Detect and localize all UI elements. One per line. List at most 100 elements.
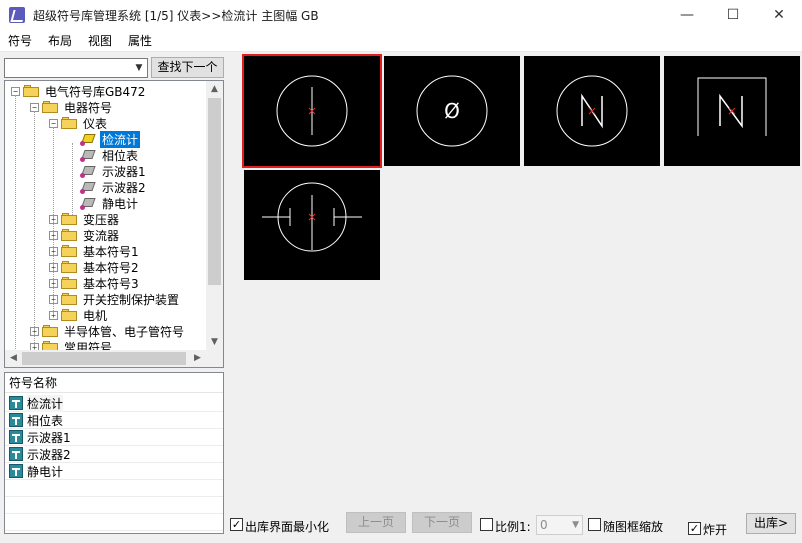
scroll-left-icon[interactable]: ◀ — [5, 350, 22, 367]
symbol-tile-galvanometer[interactable] — [242, 54, 382, 168]
galvanometer-symbol — [276, 75, 348, 147]
scroll-down-icon[interactable]: ▼ — [206, 334, 223, 351]
preview-area: Ø — [228, 52, 802, 510]
symbol-node-icon — [80, 148, 96, 162]
oscilloscope-1-symbol — [556, 75, 628, 147]
tree-label: 电气符号库GB472 — [45, 84, 146, 99]
minimize-button[interactable]: — — [664, 0, 710, 30]
menu-layout[interactable]: 布局 — [40, 32, 80, 49]
search-combo[interactable]: ▼ — [4, 58, 148, 78]
explode-checkbox[interactable]: ✓ — [688, 522, 701, 535]
oscilloscope-2-symbol — [697, 77, 767, 136]
list-item-label: 示波器1 — [27, 430, 71, 445]
explode-label: 炸开 — [703, 523, 728, 537]
tree-vertical-scrollbar[interactable]: ▲ ▼ — [206, 81, 223, 351]
tree-node[interactable]: + 变压器 — [49, 211, 121, 227]
tree-horizontal-scrollbar[interactable]: ◀ ▶ — [5, 350, 223, 367]
tree-leaf[interactable]: 静电计 — [80, 195, 140, 211]
tree-label: 开关控制保护装置 — [83, 292, 180, 307]
phase-mark: Ø — [444, 99, 460, 123]
tree-node[interactable]: − 电器符号 — [30, 99, 114, 115]
chevron-down-icon[interactable]: ▼ — [572, 516, 579, 534]
symbol-tree[interactable]: − 电气符号库GB472− 电器符号 − 仪表 检流计 相位表 示波器1 示波器2 静电计 + 变压器… — [4, 80, 224, 368]
symbol-node-icon — [80, 132, 96, 146]
folder-icon — [42, 325, 58, 337]
scale-checkbox[interactable] — [480, 518, 493, 531]
tree-leaf[interactable]: 检流计 — [80, 130, 141, 148]
close-button[interactable]: ✕ — [756, 0, 802, 30]
symbol-tile-electrometer[interactable] — [244, 170, 380, 280]
find-next-button[interactable]: 查找下一个 — [151, 57, 224, 78]
chevron-down-icon[interactable]: ▼ — [133, 62, 145, 74]
export-button[interactable]: 出库> — [746, 513, 796, 534]
symbol-tile-oscilloscope-2[interactable] — [664, 56, 800, 166]
tree-node[interactable]: + 半导体管、电子管符号 — [30, 323, 186, 339]
tree-node[interactable]: + 基本符号1 — [49, 243, 141, 259]
list-item[interactable]: 相位表 — [5, 412, 223, 429]
symbol-list[interactable]: 符号名称 检流计 相位表 示波器1 示波器2 静电计 — [4, 372, 224, 534]
list-item[interactable]: 静电计 — [5, 463, 223, 480]
tree-node[interactable]: + 变流器 — [49, 227, 121, 243]
phase-meter-symbol: Ø — [416, 75, 488, 147]
list-item — [5, 497, 223, 514]
tree-node[interactable]: + 电机 — [49, 307, 109, 323]
list-item — [5, 480, 223, 497]
tree-node[interactable]: + 开关控制保护装置 — [49, 291, 181, 307]
scroll-thumb[interactable] — [22, 352, 186, 365]
folder-icon — [61, 117, 77, 129]
symbol-tile-oscilloscope-1[interactable] — [524, 56, 660, 166]
prev-page-button[interactable]: 上一页 — [346, 512, 406, 533]
tree-label: 半导体管、电子管符号 — [64, 324, 185, 339]
tree-leaf[interactable]: 相位表 — [80, 147, 140, 163]
tree-guide-line — [34, 111, 35, 347]
list-item-label: 检流计 — [27, 394, 64, 412]
export-label: 出库 — [753, 516, 778, 530]
scale-label: 比例1: — [495, 520, 531, 534]
scroll-right-icon[interactable]: ▶ — [189, 350, 206, 367]
menu-bar: 符号 布局 视图 属性 — [0, 30, 802, 52]
tree-label: 电机 — [83, 308, 108, 323]
folder-icon — [61, 261, 77, 273]
symbol-node-icon — [80, 196, 96, 210]
minimize-on-export-checkbox[interactable]: ✓ — [230, 518, 243, 531]
tree-leaf[interactable]: 示波器2 — [80, 179, 148, 195]
menu-view[interactable]: 视图 — [80, 32, 120, 49]
list-header[interactable]: 符号名称 — [5, 373, 223, 393]
folder-icon — [61, 213, 77, 225]
maximize-button[interactable]: ☐ — [710, 0, 756, 30]
tree-node[interactable]: − 电气符号库GB472 — [11, 83, 147, 99]
tree-label: 变流器 — [83, 228, 120, 243]
list-item-label: 示波器2 — [27, 447, 71, 462]
electrometer-symbol — [262, 182, 362, 252]
tree-label: 示波器2 — [102, 180, 146, 195]
tree-node[interactable]: + 基本符号3 — [49, 275, 141, 291]
tree-node[interactable]: + 基本符号2 — [49, 259, 141, 275]
folder-icon — [61, 293, 77, 305]
list-item — [5, 514, 223, 531]
tree-label: 仪表 — [83, 116, 108, 131]
tree-guide-line — [53, 127, 54, 315]
menu-symbol[interactable]: 符号 — [0, 32, 40, 49]
tree-node[interactable]: − 仪表 — [49, 115, 109, 131]
scale-combo[interactable]: 0 ▼ — [536, 515, 583, 535]
symbol-item-icon — [9, 464, 23, 478]
symbol-tile-phase-meter[interactable]: Ø — [384, 56, 520, 166]
tree-label: 变压器 — [83, 212, 120, 227]
symbol-item-icon — [9, 396, 23, 410]
window-title: 超级符号库管理系统 [1/5] 仪表>>检流计 主图幅 GB — [33, 8, 319, 23]
next-page-button[interactable]: 下一页 — [412, 512, 472, 533]
scroll-thumb[interactable] — [208, 98, 221, 285]
list-item[interactable]: 示波器2 — [5, 446, 223, 463]
scroll-up-icon[interactable]: ▲ — [206, 81, 223, 98]
zoom-with-frame-label: 随图框缩放 — [603, 520, 664, 534]
menu-properties[interactable]: 属性 — [120, 32, 160, 49]
tree-leaf[interactable]: 示波器1 — [80, 163, 148, 179]
tree-label: 示波器1 — [102, 164, 146, 179]
list-item[interactable]: 示波器1 — [5, 429, 223, 446]
window-controls: — ☐ ✕ — [664, 0, 802, 30]
symbol-node-icon — [80, 164, 96, 178]
chevron-right-icon: > — [777, 516, 789, 530]
tree-label: 基本符号2 — [83, 260, 139, 275]
zoom-with-frame-checkbox[interactable] — [588, 518, 601, 531]
list-item[interactable]: 检流计 — [5, 394, 223, 412]
